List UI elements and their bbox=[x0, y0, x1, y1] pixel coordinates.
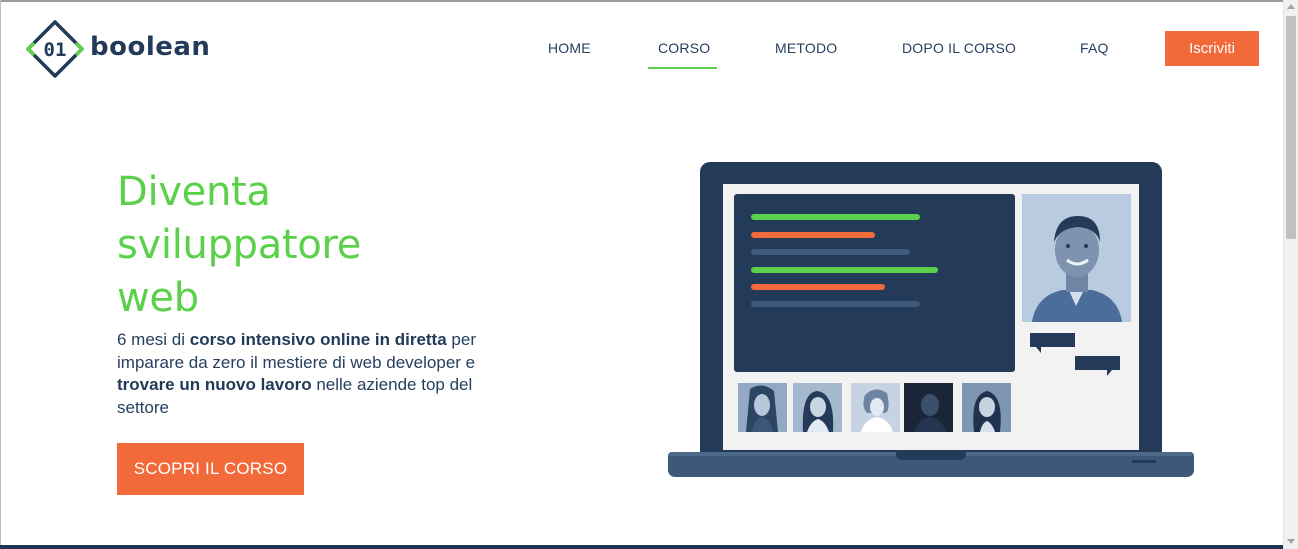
laptop-notch bbox=[896, 452, 966, 460]
hero-title-line: sviluppatore bbox=[117, 222, 362, 268]
laptop-illustration bbox=[668, 162, 1194, 480]
nav-item-corso[interactable]: CORSO bbox=[658, 40, 710, 56]
student-thumbnail bbox=[851, 383, 900, 432]
hero-title-line: web bbox=[117, 275, 199, 321]
hero-title-line: Diventa bbox=[117, 169, 271, 215]
vertical-scrollbar[interactable] bbox=[1283, 0, 1298, 549]
nav-item-metodo[interactable]: METODO bbox=[775, 40, 837, 56]
code-line bbox=[751, 301, 920, 307]
code-line bbox=[751, 232, 875, 238]
window-top-border bbox=[0, 0, 1298, 2]
student-thumbnail bbox=[904, 383, 953, 432]
desc-text: 6 mesi di bbox=[117, 330, 190, 349]
laptop-base bbox=[668, 452, 1194, 477]
discover-course-button[interactable]: SCOPRI IL CORSO bbox=[117, 443, 304, 495]
code-line bbox=[751, 249, 910, 255]
desc-highlight: trovare un nuovo lavoro bbox=[117, 375, 312, 394]
student-thumbnail bbox=[793, 383, 842, 432]
chat-bubble bbox=[1030, 333, 1075, 353]
code-line bbox=[751, 284, 885, 290]
student-thumbnail bbox=[962, 383, 1011, 432]
nav-item-faq[interactable]: FAQ bbox=[1080, 40, 1109, 56]
chat-bubble bbox=[1075, 356, 1120, 376]
code-editor-panel bbox=[734, 194, 1015, 372]
nav-item-home[interactable]: HOME bbox=[548, 40, 591, 56]
scroll-down-arrow-icon[interactable] bbox=[1287, 539, 1295, 544]
code-line bbox=[751, 267, 938, 273]
signup-button[interactable]: Iscriviti bbox=[1165, 31, 1259, 66]
main-nav: HOME CORSO METODO DOPO IL CORSO FAQ bbox=[0, 40, 1160, 60]
nav-item-dopo-il-corso[interactable]: DOPO IL CORSO bbox=[902, 40, 1016, 56]
desc-highlight: corso intensivo online in diretta bbox=[189, 330, 447, 349]
scroll-up-arrow-icon[interactable] bbox=[1287, 4, 1295, 9]
student-thumbnail bbox=[738, 383, 787, 432]
next-section-edge bbox=[0, 545, 1283, 549]
code-line bbox=[751, 214, 920, 220]
scrollbar-thumb[interactable] bbox=[1286, 16, 1296, 239]
hero-title: Diventa sviluppatore web bbox=[117, 166, 447, 325]
window-left-border bbox=[0, 0, 1, 549]
teacher-video-photo bbox=[1022, 194, 1131, 322]
laptop-led bbox=[1132, 460, 1156, 463]
hero-description: 6 mesi di corso intensivo online in dire… bbox=[117, 329, 487, 419]
active-nav-indicator bbox=[648, 67, 717, 69]
